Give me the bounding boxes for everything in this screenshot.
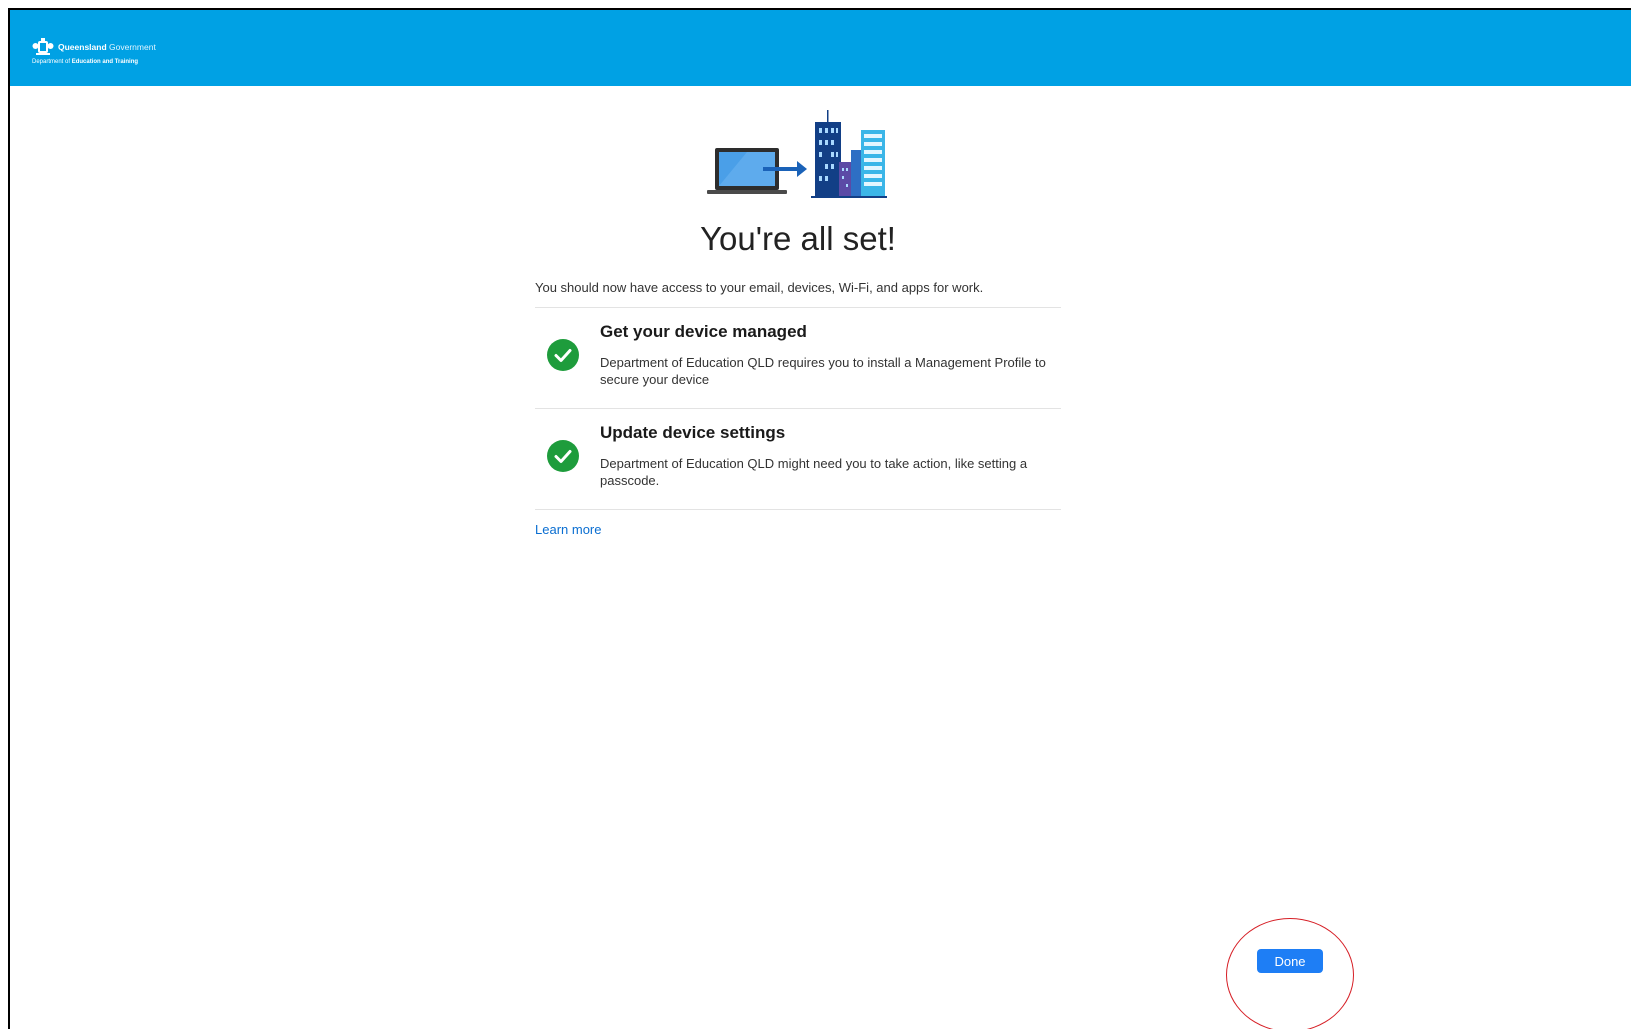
step-update-device-settings: Update device settings Department of Edu… <box>535 409 1061 509</box>
learn-more-link[interactable]: Learn more <box>535 522 601 537</box>
check-circle-icon <box>547 440 579 472</box>
step-title: Update device settings <box>600 423 786 442</box>
logo-name: Queensland Government <box>58 42 156 52</box>
step-title: Get your device managed <box>600 322 807 341</box>
intro-text: You should now have access to your email… <box>535 280 984 295</box>
annotation-circle <box>1226 918 1354 1029</box>
queensland-government-logo: Queensland Government Department of Educ… <box>32 38 156 65</box>
divider <box>535 509 1061 510</box>
page-title: You're all set! <box>700 220 896 257</box>
coat-of-arms-icon <box>32 38 54 55</box>
header-bar: Queensland Government Department of Educ… <box>10 10 1631 86</box>
step-description: Department of Education QLD might need y… <box>600 456 1028 488</box>
check-circle-icon <box>547 339 579 371</box>
step-get-device-managed: Get your device managed Department of Ed… <box>535 308 1061 408</box>
step-description: Department of Education QLD requires you… <box>600 355 1046 387</box>
device-to-organization-illustration <box>707 110 887 198</box>
logo-department: Department of Education and Training <box>32 59 139 65</box>
app-window: Queensland Government Department of Educ… <box>8 8 1631 1029</box>
done-button[interactable]: Done <box>1257 949 1323 973</box>
